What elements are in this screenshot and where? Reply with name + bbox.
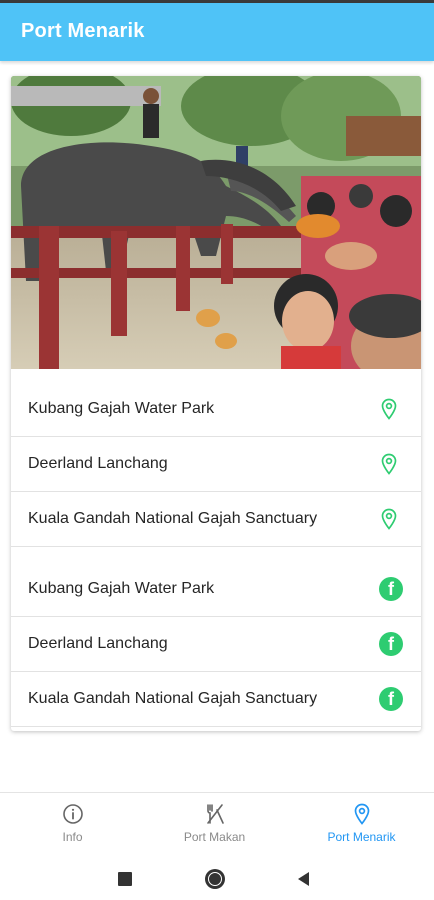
location-pin-icon[interactable] — [377, 507, 401, 531]
fork-knife-icon — [206, 804, 224, 824]
back-button[interactable] — [295, 870, 311, 888]
location-list: Kubang Gajah Water Park Deerland Lanchan… — [11, 382, 421, 547]
nav-tab-port-makan[interactable]: Port Makan — [142, 793, 287, 851]
facebook-item-deerland[interactable]: Deerland Lanchang f — [11, 617, 421, 672]
system-navigation-bar — [0, 850, 434, 900]
location-item-deerland[interactable]: Deerland Lanchang — [11, 437, 421, 492]
location-item-kuala-gandah[interactable]: Kuala Gandah National Gajah Sanctuary — [11, 492, 421, 547]
location-pin-icon[interactable] — [377, 452, 401, 476]
nav-label-port-menarik: Port Menarik — [327, 830, 396, 844]
hero-image-elephant-feeding — [11, 76, 421, 369]
facebook-label: Kubang Gajah Water Park — [28, 580, 215, 597]
home-button[interactable] — [205, 869, 225, 889]
recents-button[interactable] — [118, 872, 132, 886]
location-label: Kubang Gajah Water Park — [28, 400, 215, 417]
info-icon — [62, 804, 83, 824]
bottom-navigation: Info Port Makan Port Menarik — [0, 792, 434, 851]
nav-tab-port-menarik[interactable]: Port Menarik — [289, 793, 434, 851]
facebook-list: Kubang Gajah Water Park f Deerland Lanch… — [11, 562, 421, 727]
facebook-icon[interactable]: f — [379, 577, 403, 601]
facebook-item-kubang-gajah[interactable]: Kubang Gajah Water Park f — [11, 562, 421, 617]
nav-label-port-makan: Port Makan — [183, 830, 246, 844]
attractions-card: Kubang Gajah Water Park Deerland Lanchan… — [11, 76, 421, 731]
location-pin-icon[interactable] — [377, 397, 401, 421]
location-label: Deerland Lanchang — [28, 455, 168, 472]
home-button-ring — [208, 872, 222, 886]
facebook-label: Deerland Lanchang — [28, 635, 168, 652]
facebook-icon[interactable]: f — [379, 687, 403, 711]
location-label: Kuala Gandah National Gajah Sanctuary — [28, 510, 318, 527]
app-bar: Port Menarik — [0, 3, 434, 61]
nav-label-info: Info — [62, 830, 83, 844]
facebook-label: Kuala Gandah National Gajah Sanctuary — [28, 690, 318, 707]
location-item-kubang-gajah[interactable]: Kubang Gajah Water Park — [11, 382, 421, 437]
nav-tab-info[interactable]: Info — [0, 793, 145, 851]
app-title: Port Menarik — [21, 20, 145, 42]
facebook-item-kuala-gandah[interactable]: Kuala Gandah National Gajah Sanctuary f — [11, 672, 421, 727]
facebook-icon[interactable]: f — [379, 632, 403, 656]
location-pin-icon — [354, 803, 369, 825]
